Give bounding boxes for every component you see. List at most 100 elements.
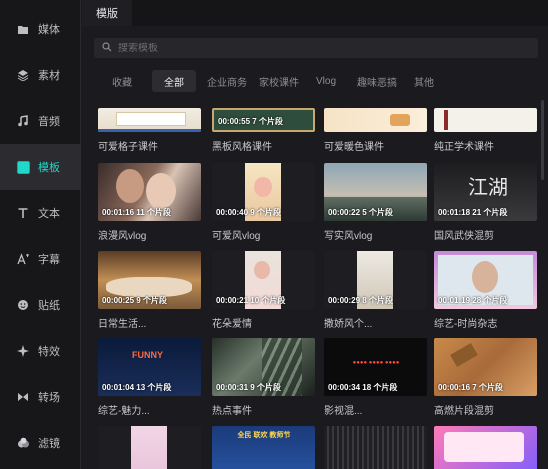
template-card[interactable]: 可爱暖色课件 (324, 108, 427, 153)
template-card[interactable]: ●●●● ●●●● ●●●● 00:00:34 18 个片段 影视混... (324, 338, 427, 417)
template-title: 热点事件 (212, 406, 252, 417)
template-thumbnail: 00:01:19 28 个片段 (434, 251, 537, 309)
template-card[interactable]: 纯正学术课件 (434, 108, 537, 153)
search-bar[interactable] (94, 38, 538, 58)
template-title: 影视混... (324, 406, 363, 417)
template-thumbnail: 00:00:25 9 个片段 (98, 251, 201, 309)
category-favorites[interactable]: 收藏 (100, 70, 144, 92)
template-thumbnail (434, 108, 537, 132)
template-title: 写实风vlog (324, 231, 373, 242)
template-thumbnail (98, 108, 201, 132)
template-title: 浪漫风vlog (98, 231, 147, 242)
category-other[interactable]: 其他 (404, 70, 444, 92)
template-card[interactable]: 00:00:21 10 个片段 花朵爱情 (212, 251, 315, 330)
funny-text: FUNNY (132, 350, 163, 360)
template-card[interactable] (434, 426, 537, 469)
template-title: 国风武侠混剪 (434, 231, 494, 242)
template-meta: 00:00:29 8 个片段 (328, 296, 393, 305)
template-title: 可爱风vlog (212, 231, 261, 242)
sidebar-item-media[interactable]: 媒体 (0, 6, 81, 52)
category-vlog[interactable]: Vlog (308, 70, 344, 92)
sidebar-item-effects[interactable]: 特效 (0, 328, 81, 374)
template-title: 花朵爱情 (212, 319, 252, 330)
scrollbar[interactable] (541, 100, 544, 180)
sidebar-item-label: 模板 (38, 162, 60, 174)
sidebar-item-audio[interactable]: 音频 (0, 98, 81, 144)
sidebar-item-label: 素材 (38, 70, 60, 82)
template-meta: 00:01:19 28 个片段 (438, 296, 508, 305)
sidebar-item-materials[interactable]: 素材 (0, 52, 81, 98)
category-business[interactable]: 企业商务 (202, 70, 252, 92)
template-thumbnail: 00:00:22 5 个片段 (324, 163, 427, 221)
transition-icon (16, 390, 30, 404)
template-title: 综艺-魅力... (98, 406, 150, 417)
sidebar-item-filters[interactable]: 滤镜 (0, 420, 81, 466)
music-note-icon (16, 114, 30, 128)
template-card[interactable] (98, 426, 201, 469)
sidebar: 媒体 素材 音频 模板 文本 字幕 贴纸 特效 转场 滤镜 (0, 0, 81, 469)
template-card[interactable]: 00:00:22 5 个片段 写实风vlog (324, 163, 427, 242)
sidebar-item-subtitles[interactable]: 字幕 (0, 236, 81, 282)
sidebar-item-transitions[interactable]: 转场 (0, 374, 81, 420)
sidebar-item-label: 贴纸 (38, 300, 60, 312)
template-thumbnail (324, 108, 427, 132)
template-title: 可爱格子课件 (98, 142, 158, 153)
sparkle-icon (16, 344, 30, 358)
tab-templates[interactable]: 模版 (82, 0, 132, 26)
category-tabs: 收藏 全部 企业商务 家校课件 Vlog 趣味恶搞 其他 (100, 70, 540, 92)
sidebar-item-label: 文本 (38, 208, 60, 220)
template-card[interactable]: 00:00:25 9 个片段 日常生活... (98, 251, 201, 330)
template-meta: 00:01:18 21 个片段 (438, 208, 508, 217)
template-meta: 00:00:22 5 个片段 (328, 208, 393, 217)
template-title: 日常生活... (98, 319, 147, 330)
template-thumbnail: 00:00:55 7 个片段 (212, 108, 315, 132)
template-meta: 00:00:16 7 个片段 (438, 383, 503, 392)
subtitle-icon (16, 252, 30, 266)
template-title: 高燃片段混剪 (434, 406, 494, 417)
template-title: 可爱暖色课件 (324, 142, 384, 153)
sidebar-item-stickers[interactable]: 贴纸 (0, 282, 81, 328)
template-thumbnail: 00:00:31 9 个片段 (212, 338, 315, 396)
template-card[interactable]: 江湖 00:01:18 21 个片段 国风武侠混剪 (434, 163, 537, 242)
sidebar-item-label: 转场 (38, 392, 60, 404)
template-title: 黑板风格课件 (212, 142, 272, 153)
template-card[interactable]: 全民 联欢 教师节 (212, 426, 315, 469)
template-card[interactable]: 00:00:29 8 个片段 撒娇风个... (324, 251, 427, 330)
template-thumbnail: ●●●● ●●●● ●●●● 00:00:34 18 个片段 (324, 338, 427, 396)
template-card[interactable]: 00:00:55 7 个片段 黑板风格课件 (212, 108, 315, 153)
template-thumbnail: FUNNY 00:01:04 13 个片段 (98, 338, 201, 396)
template-thumbnail (434, 426, 537, 469)
sidebar-item-label: 滤镜 (38, 438, 60, 450)
sidebar-item-label: 特效 (38, 346, 60, 358)
template-card[interactable]: FUNNY 00:01:04 13 个片段 综艺-魅力... (98, 338, 201, 417)
sidebar-item-templates[interactable]: 模板 (0, 144, 81, 190)
category-school[interactable]: 家校课件 (254, 70, 304, 92)
template-card[interactable]: 00:00:40 9 个片段 可爱风vlog (212, 163, 315, 242)
template-icon (16, 160, 30, 174)
category-funny[interactable]: 趣味恶搞 (352, 70, 402, 92)
template-meta: 00:00:21 10 个片段 (216, 296, 286, 305)
template-card[interactable]: 00:01:16 11 个片段 浪漫风vlog (98, 163, 201, 242)
template-thumbnail: 00:01:16 11 个片段 (98, 163, 201, 221)
template-meta: 00:00:31 9 个片段 (216, 383, 281, 392)
layers-icon (16, 68, 30, 82)
teacher-day-text: 全民 联欢 教师节 (237, 432, 291, 439)
template-card[interactable]: 可爱格子课件 (98, 108, 201, 153)
sidebar-item-label: 媒体 (38, 24, 60, 36)
category-all[interactable]: 全部 (152, 70, 196, 92)
template-thumbnail: 00:00:40 9 个片段 (212, 163, 315, 221)
search-input[interactable] (118, 42, 418, 54)
calligraphy-title: 江湖 (468, 175, 508, 199)
template-card[interactable] (324, 426, 427, 469)
template-thumbnail (98, 426, 201, 469)
sidebar-item-text[interactable]: 文本 (0, 190, 81, 236)
template-thumbnail: 00:00:16 7 个片段 (434, 338, 537, 396)
template-card[interactable]: 00:00:16 7 个片段 高燃片段混剪 (434, 338, 537, 417)
search-icon (102, 39, 112, 57)
template-card[interactable]: 00:01:19 28 个片段 综艺-时尚杂志 (434, 251, 537, 330)
template-thumbnail: 全民 联欢 教师节 (212, 426, 315, 469)
template-thumbnail: 00:00:21 10 个片段 (212, 251, 315, 309)
template-thumbnail: 00:00:29 8 个片段 (324, 251, 427, 309)
template-meta: 00:01:16 11 个片段 (102, 208, 171, 217)
template-card[interactable]: 00:00:31 9 个片段 热点事件 (212, 338, 315, 417)
